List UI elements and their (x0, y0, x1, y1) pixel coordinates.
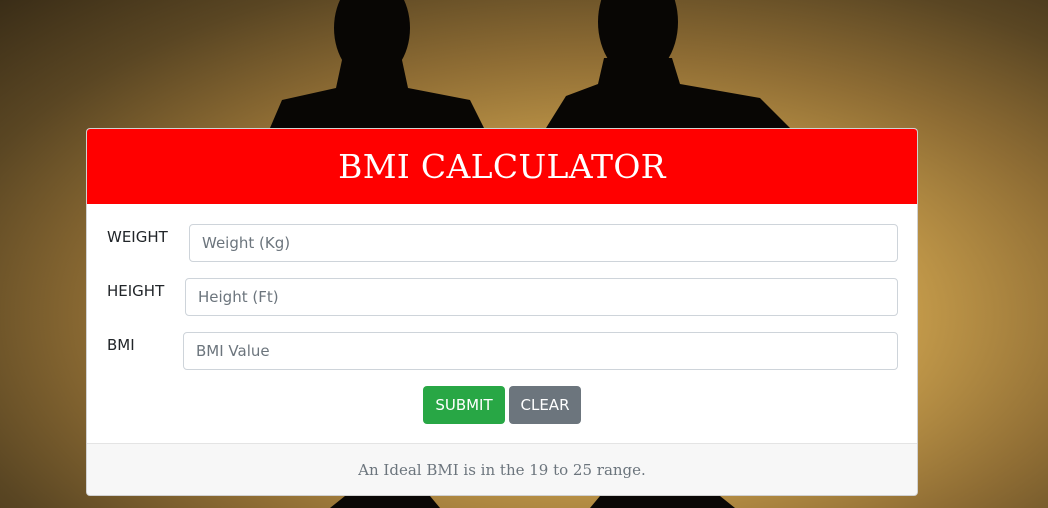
ideal-bmi-note: An Ideal BMI is in the 19 to 25 range. (358, 460, 646, 479)
height-label: HEIGHT (107, 282, 165, 300)
bmi-form: WEIGHT HEIGHT BMI SUBMIT CLEAR (87, 204, 917, 444)
card-header: BMI CALCULATOR (87, 129, 917, 204)
clear-button[interactable]: CLEAR (509, 386, 581, 424)
submit-button[interactable]: SUBMIT (423, 386, 505, 424)
height-input[interactable] (185, 278, 898, 316)
bmi-label: BMI (107, 336, 135, 354)
bmi-value-input[interactable] (183, 332, 898, 370)
bmi-card: BMI CALCULATOR WEIGHT HEIGHT BMI SUBMIT … (86, 128, 918, 496)
card-footer: An Ideal BMI is in the 19 to 25 range. (87, 443, 917, 495)
weight-label: WEIGHT (107, 228, 168, 246)
weight-input[interactable] (189, 224, 898, 262)
page-title: BMI CALCULATOR (338, 147, 666, 186)
